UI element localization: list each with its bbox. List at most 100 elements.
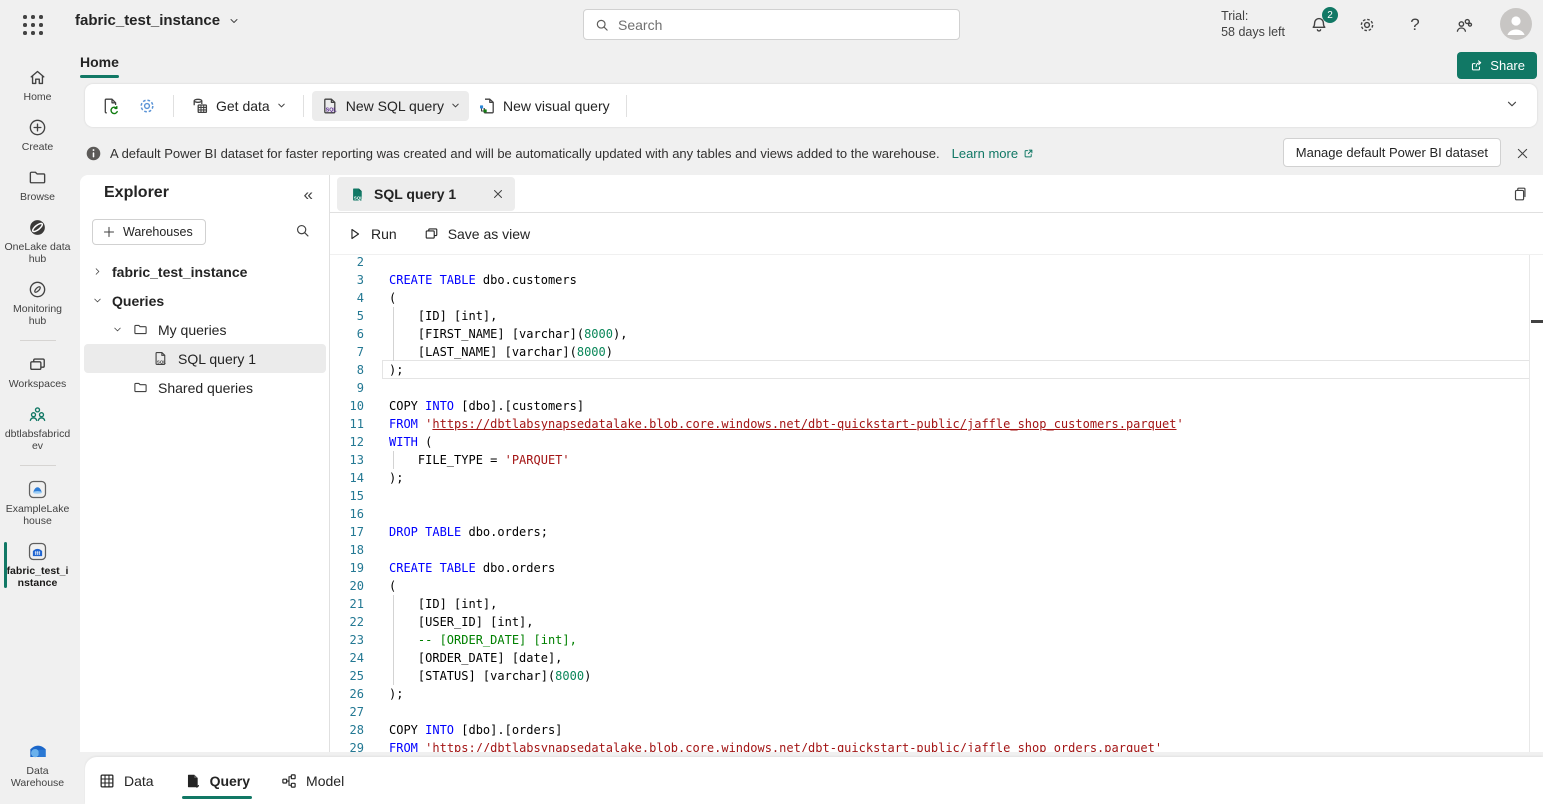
toolbar-divider <box>173 95 174 117</box>
new-sql-query-button[interactable]: SQL New SQL query <box>312 91 469 121</box>
rail-item-data-warehouse[interactable]: Data Warehouse <box>0 731 75 796</box>
gear-icon <box>1357 15 1377 35</box>
line-number: 24 <box>330 649 364 667</box>
close-tab-icon[interactable] <box>491 187 505 201</box>
code-line: CREATE TABLE dbo.customers <box>389 271 1529 289</box>
code-url-link[interactable]: https://dbtlabsynapsedatalake.blob.core.… <box>432 741 1154 752</box>
search-input[interactable]: Search <box>583 9 960 40</box>
view-tab-model[interactable]: Model <box>280 757 344 804</box>
toolbar-expand-chevron[interactable] <box>1505 97 1519 111</box>
notifications-button[interactable]: 2 <box>1307 13 1331 37</box>
sql-code-editor[interactable]: 2345678910111213141516171819202122232425… <box>330 255 1543 752</box>
tree-item-queries[interactable]: Queries <box>80 286 330 315</box>
code-line <box>389 505 1529 523</box>
tree-item-fabric-test-instance[interactable]: fabric_test_instance <box>80 257 330 286</box>
run-button[interactable]: Run <box>347 226 397 242</box>
feedback-button[interactable] <box>1451 13 1475 37</box>
code-line <box>389 541 1529 559</box>
query-doc-icon <box>184 772 202 790</box>
tab-home[interactable]: Home <box>80 54 119 78</box>
workspaces-icon <box>27 354 48 375</box>
search-placeholder: Search <box>618 17 662 33</box>
chevron-down-icon <box>276 100 287 111</box>
line-number: 11 <box>330 415 364 433</box>
code-line: COPY INTO [dbo].[orders] <box>389 721 1529 739</box>
rail-item-examplelakehouse[interactable]: ExampleLakehouse <box>0 472 75 534</box>
manage-default-dataset-button[interactable]: Manage default Power BI dataset <box>1283 138 1501 167</box>
code-line: ); <box>389 361 1529 379</box>
code-line: WITH ( <box>389 433 1529 451</box>
rail-item-label: OneLake data hub <box>4 241 71 265</box>
app-launcher-icon[interactable] <box>22 14 44 36</box>
help-button[interactable]: ? <box>1403 13 1427 37</box>
code-line: DROP TABLE dbo.orders; <box>389 523 1529 541</box>
rail-item-dbtlabsfabricdev[interactable]: dbtlabsfabricdev <box>0 397 75 459</box>
external-link-icon <box>1022 147 1035 160</box>
line-number: 19 <box>330 559 364 577</box>
visual-query-icon <box>477 96 497 116</box>
tree-item-sql-query-1[interactable]: SQLSQL query 1 <box>84 344 326 373</box>
account-avatar[interactable] <box>1500 8 1532 40</box>
code-line <box>389 487 1529 505</box>
query-settings-button[interactable] <box>129 91 165 121</box>
chevron-down-icon[interactable] <box>90 295 104 306</box>
explorer-panel: Explorer « Warehouses fabric_test_instan… <box>80 175 330 752</box>
tree-item-label: Queries <box>112 293 164 309</box>
share-button[interactable]: Share <box>1457 52 1537 79</box>
settings-button[interactable] <box>1355 13 1379 37</box>
tab-sql-query-1[interactable]: SQL SQL query 1 <box>337 177 515 211</box>
rail-divider <box>20 465 56 466</box>
rail-item-monitoring-hub[interactable]: Monitoring hub <box>0 272 75 334</box>
copy-icon[interactable] <box>1511 185 1529 203</box>
rail-item-browse[interactable]: Browse <box>0 160 75 210</box>
new-warehouse-button[interactable]: Warehouses <box>92 219 206 245</box>
query-command-bar: Run Save as view <box>330 213 1543 255</box>
line-number: 25 <box>330 667 364 685</box>
rail-item-create[interactable]: Create <box>0 110 75 160</box>
get-data-button[interactable]: Get data <box>182 91 295 121</box>
rail-item-home[interactable]: Home <box>0 60 75 110</box>
query-tab-label: SQL query 1 <box>374 186 483 202</box>
refresh-button[interactable] <box>93 91 129 121</box>
chevron-down-icon[interactable] <box>110 324 124 335</box>
tree-item-my-queries[interactable]: My queries <box>80 315 330 344</box>
code-content: CREATE TABLE dbo.customers( [ID] [int], … <box>389 255 1529 752</box>
warehouse-workspace: Explorer « Warehouses fabric_test_instan… <box>80 175 1543 752</box>
line-number: 14 <box>330 469 364 487</box>
workspace-switcher[interactable]: fabric_test_instance <box>75 12 240 29</box>
rail-item-workspaces[interactable]: Workspaces <box>0 347 75 397</box>
line-number: 2 <box>330 255 364 271</box>
line-number: 9 <box>330 379 364 397</box>
toolbar-divider <box>303 95 304 117</box>
collapse-panel-icon[interactable]: « <box>304 185 313 205</box>
info-icon <box>85 145 102 162</box>
save-as-view-icon <box>423 225 440 242</box>
line-number: 13 <box>330 451 364 469</box>
new-visual-query-button[interactable]: New visual query <box>469 91 618 121</box>
tree-item-label: fabric_test_instance <box>112 264 247 280</box>
rail-item-label: Monitoring hub <box>4 303 71 327</box>
toolbar-divider <box>626 95 627 117</box>
rail-item-fabric-test-instance[interactable]: fabric_test_instance <box>0 534 75 596</box>
rail-item-onelake-data-hub[interactable]: OneLake data hub <box>0 210 75 272</box>
explorer-search-icon[interactable] <box>294 222 311 239</box>
save-as-view-button[interactable]: Save as view <box>423 225 530 242</box>
tree-item-shared-queries[interactable]: Shared queries <box>80 373 330 402</box>
tree-item-label: Shared queries <box>158 380 253 396</box>
gear-blue-icon <box>137 96 157 116</box>
view-tab-query[interactable]: Query <box>184 757 250 804</box>
code-line: [STATUS] [varchar](8000) <box>389 667 1529 685</box>
code-url-link[interactable]: https://dbtlabsynapsedatalake.blob.core.… <box>432 417 1176 431</box>
rail-item-label: Browse <box>20 191 55 203</box>
chevron-right-icon[interactable] <box>90 266 104 277</box>
line-number: 17 <box>330 523 364 541</box>
learn-more-link[interactable]: Learn more <box>952 146 1035 161</box>
line-number: 27 <box>330 703 364 721</box>
banner-close-icon[interactable] <box>1511 142 1533 164</box>
share-icon <box>1469 58 1484 73</box>
line-number: 15 <box>330 487 364 505</box>
workspace-icon <box>27 404 48 425</box>
code-line: CREATE TABLE dbo.orders <box>389 559 1529 577</box>
view-tab-data[interactable]: Data <box>98 757 154 804</box>
notification-count-badge: 2 <box>1322 7 1338 23</box>
